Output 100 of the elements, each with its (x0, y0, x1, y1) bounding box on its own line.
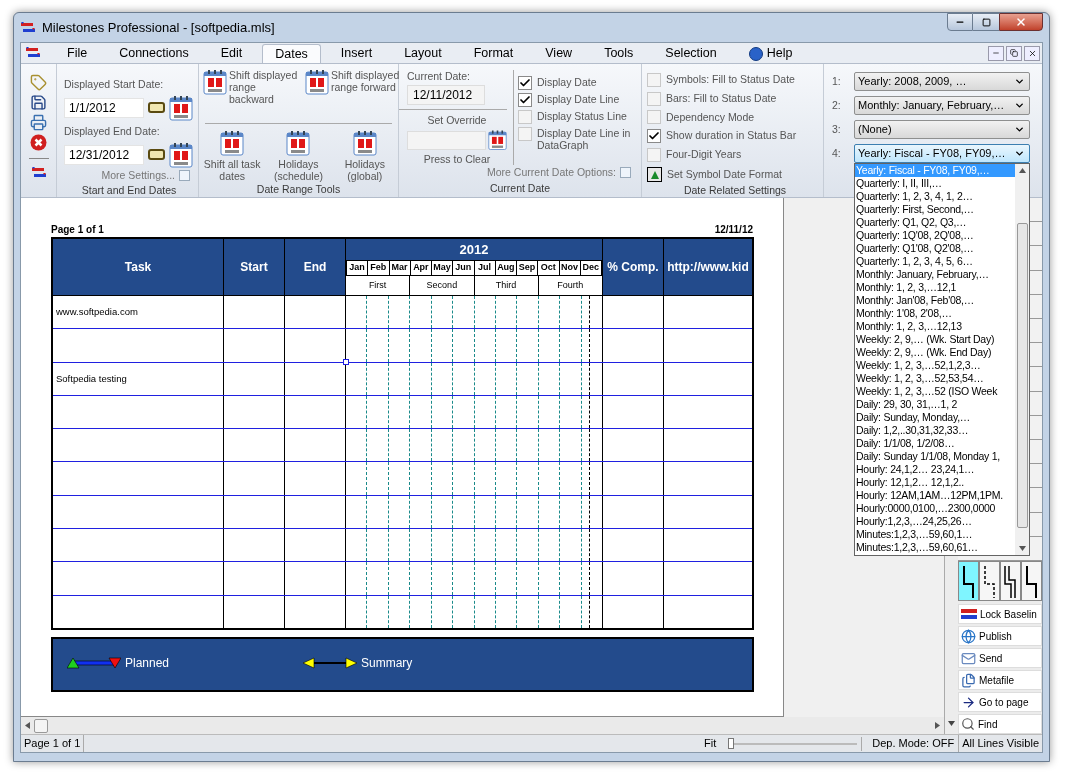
scrollbar-thumb[interactable] (1016, 223, 1028, 528)
scale-dropdown[interactable]: Monthly: January, February,… (854, 96, 1030, 115)
close-icon[interactable] (30, 134, 47, 151)
scale-option[interactable]: Hourly:1,2,3,…24,25,26… (855, 515, 1015, 528)
scale-option[interactable]: Quarterly: 1, 2, 3, 4, 5, 6… (855, 255, 1015, 268)
scale-option[interactable]: Monthly: January, February,… (855, 268, 1015, 281)
start-date-field[interactable]: 1/1/2012 (64, 97, 144, 118)
printer-icon[interactable] (30, 114, 47, 131)
menu-tab[interactable]: Layout (392, 44, 454, 63)
close-document-button[interactable] (1024, 45, 1040, 61)
calendar-icon[interactable] (286, 130, 311, 156)
scale-option[interactable]: Quarterly: I, II, III,… (855, 177, 1015, 190)
scale-option[interactable]: Quarterly: 1, 2, 3, 4, 1, 2… (855, 190, 1015, 203)
calendar-icon[interactable] (352, 130, 377, 156)
checkbox[interactable] (518, 93, 532, 107)
save-icon[interactable] (30, 94, 47, 111)
date-tool-button[interactable]: Holidays (schedule) (268, 130, 329, 182)
scale-dropdown[interactable]: (None) (854, 120, 1030, 139)
checkbox[interactable] (518, 76, 532, 90)
scale-option[interactable]: Daily: Sunday, Monday,… (855, 411, 1015, 424)
scale-option[interactable]: Hourly: 12AM,1AM…12PM,1PM. (855, 489, 1015, 502)
scale-option[interactable]: Weekly: 1, 2, 3,…52,1,2,3… (855, 359, 1015, 372)
side-tool-button[interactable]: Go to page (958, 692, 1042, 712)
shift-range-button[interactable]: Shift displayed range forward (305, 69, 403, 105)
scale-option[interactable]: Daily: 29, 30, 31,…1, 2 (855, 398, 1015, 411)
end-date-field[interactable]: 12/31/2012 (64, 144, 144, 165)
scrollbar-thumb[interactable] (34, 718, 48, 733)
side-tool-button[interactable]: Publish (958, 626, 1042, 646)
menu-tab[interactable]: File (55, 44, 100, 63)
side-tool-button[interactable]: Metafile (958, 670, 1042, 690)
scale-option[interactable]: Monthly: Jan'08, Feb'08,… (855, 294, 1015, 307)
scale-option[interactable]: Hourly:0000,0100,…2300,0000 (855, 502, 1015, 515)
scale-option[interactable]: Weekly: 2, 9,… (Wk. End Day) (855, 346, 1015, 359)
calendar-icon[interactable] (305, 69, 329, 95)
scale-option[interactable]: Hourly: 24,1,2… 23,24,1… (855, 463, 1015, 476)
checkbox[interactable] (518, 110, 532, 124)
scale-option[interactable]: Weekly: 1, 2, 3,…52,53,54… (855, 372, 1015, 385)
menu-tab[interactable]: Tools (592, 44, 646, 63)
side-tool-button[interactable]: Send (958, 648, 1042, 668)
checkbox[interactable] (647, 91, 661, 106)
calendar-icon[interactable] (169, 141, 193, 168)
connector-style-button[interactable] (979, 561, 1000, 601)
zoom-slider-thumb[interactable] (728, 737, 735, 749)
menu-tab[interactable]: Help (736, 44, 805, 63)
scale-option[interactable]: Daily: Sunday 1/1/08, Monday 1, (855, 450, 1015, 463)
scale-option[interactable]: Quarterly: Q1'08, Q2'08,… (855, 242, 1015, 255)
date-tool-button[interactable]: Shift all task dates (202, 130, 263, 182)
scale-option[interactable]: Daily: 1/1/08, 1/2/08… (855, 437, 1015, 450)
close-button[interactable] (999, 13, 1043, 31)
more-settings-link[interactable]: More Settings... (101, 167, 175, 184)
connector-style-button[interactable] (958, 561, 979, 601)
calendar-icon[interactable] (220, 130, 245, 156)
scale-option[interactable]: Hourly: 12,1,2… 12,1,2.. (855, 476, 1015, 489)
checkbox[interactable] (647, 72, 661, 87)
checkbox[interactable] (518, 127, 532, 141)
scale-option[interactable]: Weekly: 1, 2, 3,…52 (ISO Week (855, 385, 1015, 398)
scroll-right-icon[interactable] (935, 722, 940, 729)
enter-key-icon[interactable] (148, 149, 165, 160)
horizontal-scrollbar[interactable] (21, 717, 944, 734)
scale-option[interactable]: Quarterly: 1Q'08, 2Q'08,… (855, 229, 1015, 242)
scale-option[interactable]: Monthly: 1, 2, 3,…12,1 (855, 281, 1015, 294)
scale-option[interactable]: Minutes:1,2,3,…59,60,1… (855, 528, 1015, 541)
side-tool-button[interactable]: Lock Baselin (958, 604, 1042, 624)
more-options-link[interactable]: More Current Date Options: (487, 165, 616, 181)
menu-tab[interactable]: Insert (328, 44, 385, 63)
symbol-format-button[interactable]: Set Symbol Date Format (647, 166, 823, 183)
checkbox[interactable] (647, 129, 661, 144)
scale-option[interactable]: Weekly: 2, 9,… (Wk. Start Day) (855, 333, 1015, 346)
scale-option[interactable]: Quarterly: First, Second,… (855, 203, 1015, 216)
scale-option[interactable]: Quarterly: Q1, Q2, Q3,… (855, 216, 1015, 229)
scroll-down-icon[interactable] (1018, 546, 1026, 551)
connector-style-button[interactable] (1021, 561, 1042, 601)
scroll-left-icon[interactable] (25, 722, 30, 729)
menu-tab[interactable]: Connections (107, 44, 201, 63)
selection-handle[interactable] (343, 358, 349, 365)
scroll-down-icon[interactable] (948, 721, 955, 726)
minimize-button[interactable] (947, 13, 973, 31)
scale-option[interactable]: Monthly: 1, 2, 3,…12,13 (855, 320, 1015, 333)
restore-document-button[interactable] (1006, 45, 1022, 61)
maximize-button[interactable] (973, 13, 999, 31)
menu-tab[interactable]: Selection (653, 44, 729, 63)
connector-style-button[interactable] (1000, 561, 1021, 601)
scale-option[interactable]: Daily: 1,2,..30,31,32,33… (855, 424, 1015, 437)
scale-option[interactable]: Minutes:1,2,3,…59,60,61… (855, 541, 1015, 554)
list-scrollbar[interactable] (1015, 164, 1029, 555)
calendar-icon[interactable] (169, 94, 193, 121)
menu-tab[interactable]: View (533, 44, 585, 63)
scroll-up-icon[interactable] (1018, 168, 1026, 173)
menu-tab[interactable]: Dates (262, 44, 321, 63)
calendar-icon[interactable] (203, 69, 227, 95)
zoom-slider[interactable] (726, 736, 863, 751)
scale-dropdown[interactable]: Yearly: 2008, 2009, … (854, 72, 1030, 91)
shift-range-button[interactable]: Shift displayed range backward (203, 69, 301, 105)
side-tool-button[interactable]: Find (958, 714, 1042, 734)
scale-option[interactable]: Monthly: 1'08, 2'08,… (855, 307, 1015, 320)
date-tool-button[interactable]: Holidays (global) (334, 130, 395, 182)
checkbox[interactable] (647, 147, 661, 162)
menu-tab[interactable]: Edit (208, 44, 255, 63)
menu-tab[interactable]: Format (461, 44, 526, 63)
scale-dropdown[interactable]: Yearly: Fiscal - FY08, FY09,… (854, 144, 1030, 163)
